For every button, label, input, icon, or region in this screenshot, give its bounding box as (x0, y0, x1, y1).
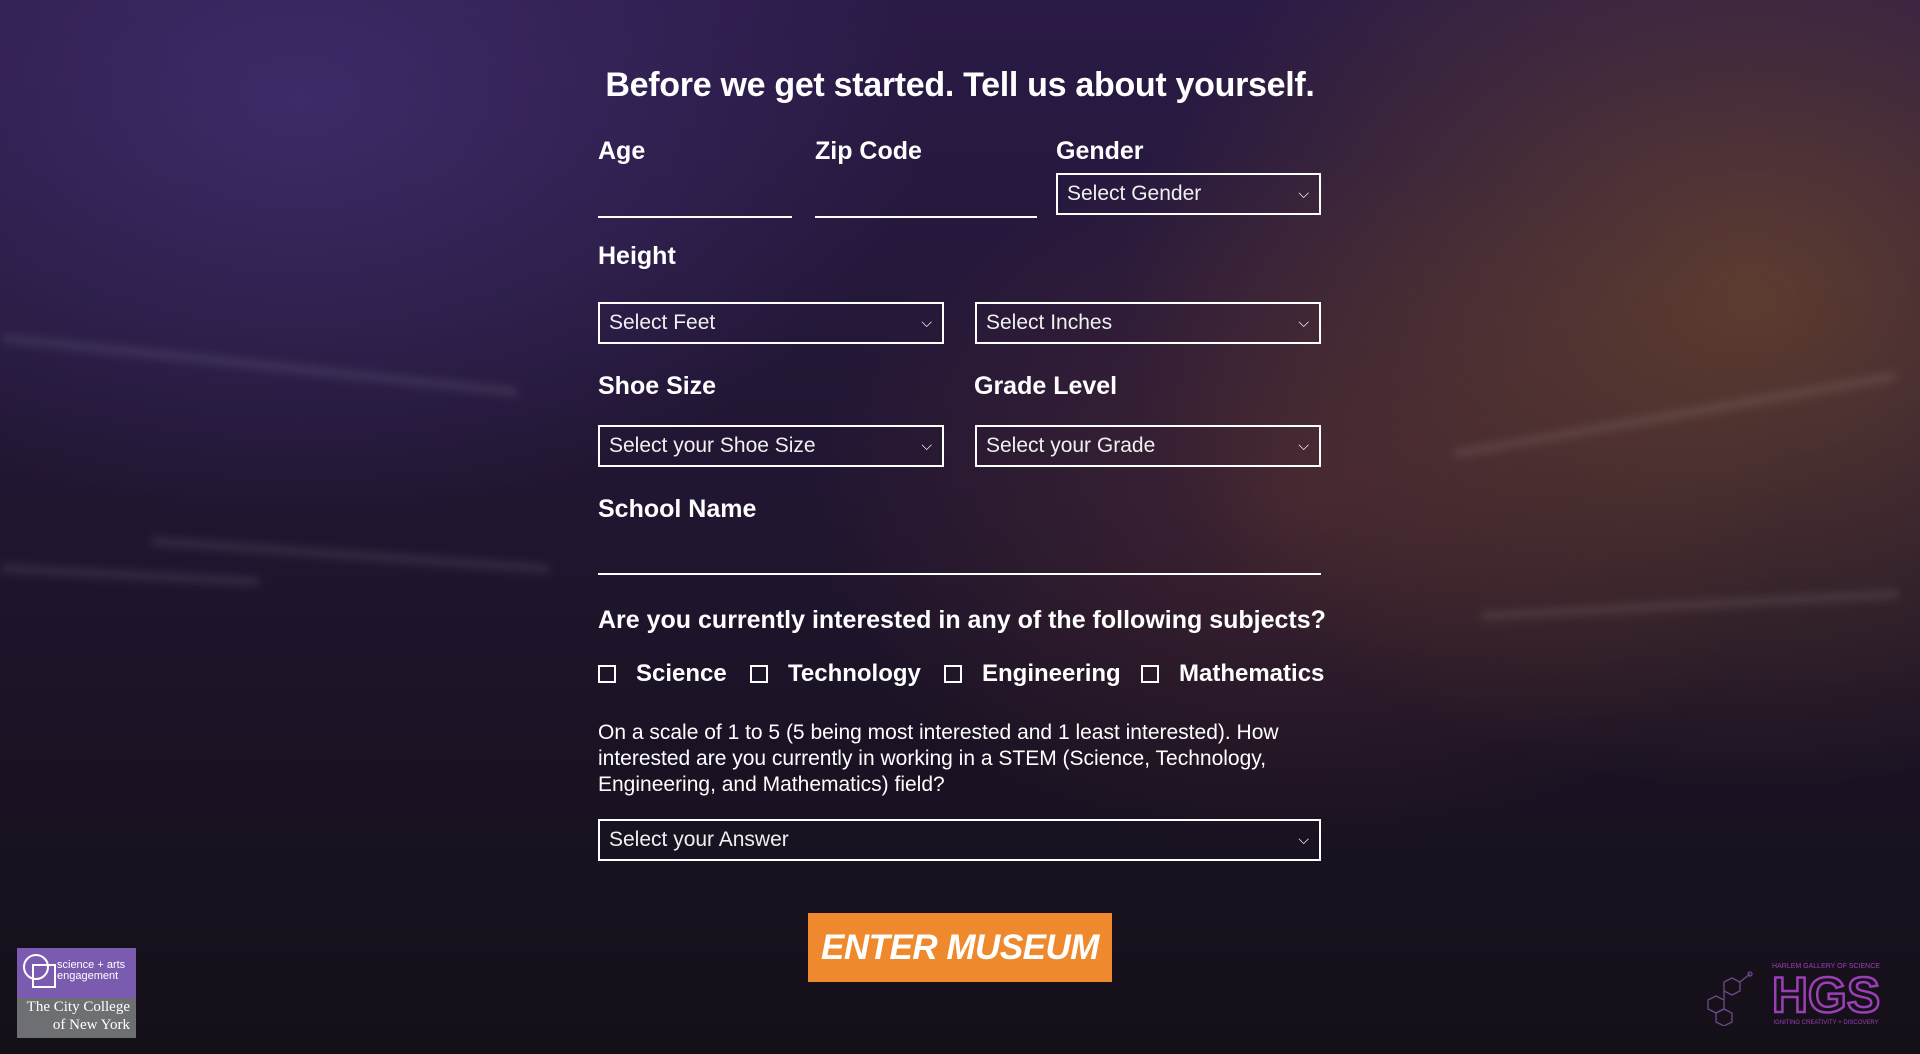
logo-text-line-1: The City College (26, 999, 130, 1015)
checkbox-science[interactable]: Science (598, 660, 727, 688)
inches-select-value: Select Inches (986, 311, 1113, 334)
checkbox-label: Mathematics (1179, 660, 1325, 687)
age-input[interactable] (598, 172, 792, 218)
gender-label: Gender (1056, 137, 1144, 165)
school-name-input[interactable] (598, 529, 1321, 575)
age-label: Age (598, 137, 646, 165)
zip-code-label: Zip Code (815, 137, 922, 165)
shoe-size-select-value: Select your Shoe Size (609, 434, 816, 457)
hgs-tagline: IGNITING CREATIVITY + DISCOVERY (1773, 1020, 1878, 1026)
feet-select-value: Select Feet (609, 311, 716, 334)
shoe-size-label: Shoe Size (598, 372, 717, 400)
gender-select[interactable]: Select Gender ⌵ (1056, 173, 1321, 215)
stem-interest-select-value: Select your Answer (609, 828, 789, 851)
checkbox-mathematics[interactable]: Mathematics (1141, 660, 1324, 688)
checkbox-technology[interactable]: Technology (750, 660, 921, 688)
feet-select[interactable]: Select Feet ⌵ (598, 302, 944, 344)
chevron-down-icon: ⌵ (1298, 437, 1309, 453)
logo-text-bottom: The City College of New York (17, 998, 130, 1034)
science-arts-engagement-mark: science + arts engagement (17, 948, 136, 998)
subjects-checkbox-group: Science Technology Engineering Mathemati… (598, 660, 1338, 690)
checkbox-engineering[interactable]: Engineering (944, 660, 1121, 688)
zip-code-input[interactable] (815, 172, 1037, 218)
chevron-down-icon: ⌵ (921, 314, 932, 330)
logo-text-top: science + arts engagement (57, 959, 126, 982)
ccny-logo: science + arts engagement The City Colle… (17, 948, 136, 1038)
chevron-down-icon: ⌵ (1298, 185, 1309, 201)
school-name-label: School Name (598, 495, 757, 523)
logo-text-line-2: of New York (52, 1017, 130, 1033)
grade-level-label: Grade Level (974, 372, 1118, 400)
checkbox-box[interactable] (1141, 665, 1159, 683)
checkbox-label: Engineering (982, 660, 1121, 687)
subjects-question: Are you currently interested in any of t… (598, 606, 1326, 634)
enter-museum-button[interactable]: ENTER MUSEUM (808, 913, 1112, 982)
hgs-letters: HGS (1772, 967, 1880, 1023)
stem-interest-question: On a scale of 1 to 5 (5 being most inter… (598, 721, 1279, 796)
height-label: Height (598, 242, 676, 270)
checkbox-box[interactable] (944, 665, 962, 683)
chevron-down-icon: ⌵ (921, 437, 932, 453)
square-icon (32, 964, 56, 988)
shoe-size-select[interactable]: Select your Shoe Size ⌵ (598, 425, 944, 467)
hgs-logo: HARLEM GALLERY OF SCIENCE HGS IGNITING C… (1707, 963, 1881, 1026)
gender-select-value: Select Gender (1067, 182, 1202, 205)
molecule-icon (1707, 971, 1753, 1026)
chevron-down-icon: ⌵ (1298, 314, 1309, 330)
checkbox-box[interactable] (750, 665, 768, 683)
grade-level-select[interactable]: Select your Grade ⌵ (975, 425, 1321, 467)
checkbox-label: Science (636, 660, 727, 687)
checkbox-box[interactable] (598, 665, 616, 683)
inches-select[interactable]: Select Inches ⌵ (975, 302, 1321, 344)
grade-level-select-value: Select your Grade (986, 434, 1156, 457)
chevron-down-icon: ⌵ (1298, 831, 1309, 847)
checkbox-label: Technology (788, 660, 921, 687)
page-title: Before we get started. Tell us about you… (605, 66, 1315, 104)
stem-interest-select[interactable]: Select your Answer ⌵ (598, 819, 1321, 861)
